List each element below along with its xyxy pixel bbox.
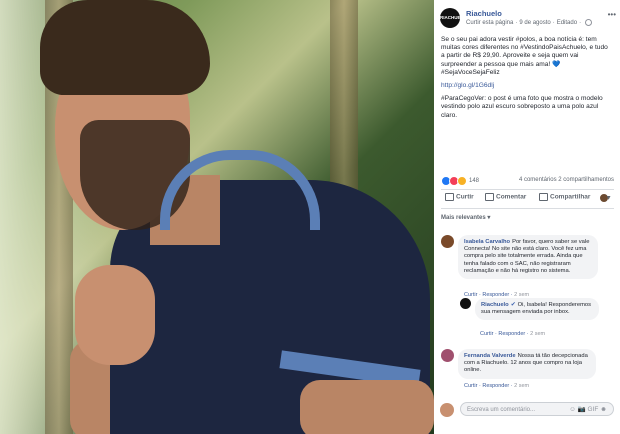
comment-composer: Escreva um comentário... ☺ 📷 GIF ☻ [440, 400, 614, 420]
comment-reply-item: Riachuelo ✔ Oi, Isabela! Responderemos sua… [460, 298, 613, 338]
comment-item: Fernanda Valverde Nossa tá tão decepciona… [441, 349, 613, 395]
reactions-count: 148 [469, 178, 480, 184]
comment-actions: Curtir · Responder · 2 sem [464, 383, 530, 389]
post-link[interactable]: http://glo.gl/1G6dlj [441, 82, 613, 90]
comment-icon [485, 193, 494, 201]
comments-list: Isabela Carvalho Por favor, quero saber s… [434, 226, 620, 396]
post-actions: Curtir Comentar Compartilhar ▾ [441, 193, 614, 205]
comment-actions: Curtir · Responder · 2 sem [480, 331, 546, 337]
like-button-label: Curtir [456, 193, 474, 201]
riachuelo-avatar[interactable] [460, 298, 471, 309]
share-button[interactable]: Compartilhar [539, 193, 590, 201]
comment-like-link[interactable]: Curtir [464, 383, 477, 389]
comment-input[interactable]: Escreva um comentário... ☺ 📷 GIF ☻ [460, 402, 614, 416]
user-avatar[interactable] [440, 403, 454, 417]
comment-bubble: Riachuelo ✔ Oi, Isabela! Responderemos sua… [475, 298, 599, 321]
page-avatar[interactable]: RIACHUELO [440, 8, 467, 28]
post-meta: Curtir esta página · 9 de agosto · Editado · [466, 19, 593, 26]
shares-count[interactable]: 2 compartilhamentos [558, 177, 614, 183]
divider [441, 208, 614, 209]
photo-hand [75, 265, 155, 365]
comment-button[interactable]: Comentar [485, 193, 526, 201]
share-icon [539, 193, 548, 201]
comments-count[interactable]: 4 comentários [519, 177, 557, 183]
reactions-summary[interactable]: 148 [441, 176, 479, 186]
comment-author[interactable]: Fernanda Valverde [464, 353, 516, 359]
commenter-avatar[interactable] [441, 349, 454, 362]
comment-time[interactable]: 2 sem [530, 331, 545, 337]
post-stats: 148 4 comentários 2 compartilhamentos [441, 176, 614, 186]
comment-reply-link[interactable]: Responder [482, 383, 509, 389]
thumbs-up-icon [445, 193, 454, 201]
post-side-panel: RIACHUELO Riachuelo Curtir esta página · 9… [434, 0, 620, 434]
verified-badge-icon: ✔ [510, 302, 516, 308]
share-button-label: Compartilhar [550, 193, 591, 201]
comment-button-label: Comentar [496, 193, 527, 201]
comment-item: Isabela Carvalho Por favor, quero saber s… [441, 235, 613, 298]
page-identity-icon [599, 193, 609, 203]
photo-arm [300, 380, 434, 434]
comment-sort-dropdown[interactable]: Mais relevantes ▾ [441, 214, 490, 221]
commenter-avatar[interactable] [441, 235, 454, 248]
page-name-link[interactable]: Riachuelo [466, 9, 502, 18]
follow-page-link[interactable]: Curtir esta página [466, 20, 513, 26]
comment-author[interactable]: Isabela Carvalho [464, 239, 510, 245]
post-photo[interactable] [0, 0, 434, 434]
post-paragraph: #ParaCegoVer: o post é uma foto que most… [441, 95, 603, 119]
comment-like-link[interactable]: Curtir [480, 331, 493, 337]
comment-input-placeholder: Escreva um comentário... [467, 407, 536, 413]
post-text: Se o seu pai adora vestir #polos, a boa … [441, 36, 613, 125]
comment-time[interactable]: 2 sem [514, 383, 529, 389]
comments-shares-stats[interactable]: 4 comentários 2 compartilhamentos [519, 177, 614, 183]
comment-reply-link[interactable]: Responder [498, 331, 525, 337]
comment-author[interactable]: Riachuelo [481, 302, 509, 308]
globe-icon [585, 19, 593, 26]
divider [441, 189, 614, 190]
reaction-selector[interactable]: ▾ [599, 193, 610, 203]
edited-label[interactable]: Editado [557, 20, 577, 26]
comment-bubble: Isabela Carvalho Por favor, quero saber s… [458, 235, 598, 280]
composer-icons[interactable]: ☺ 📷 GIF ☻ [569, 403, 607, 417]
post-paragraph: Se o seu pai adora vestir #polos, a boa … [441, 36, 608, 76]
like-button[interactable]: Curtir [445, 193, 474, 201]
wow-reaction-icon [457, 176, 467, 186]
post-date[interactable]: 9 de agosto [519, 20, 550, 26]
post-header: RIACHUELO Riachuelo Curtir esta página · 9… [440, 8, 616, 30]
comment-bubble: Fernanda Valverde Nossa tá tão decepciona… [458, 349, 596, 379]
more-options-icon[interactable]: ••• [608, 10, 616, 19]
photo-hair [40, 0, 210, 95]
